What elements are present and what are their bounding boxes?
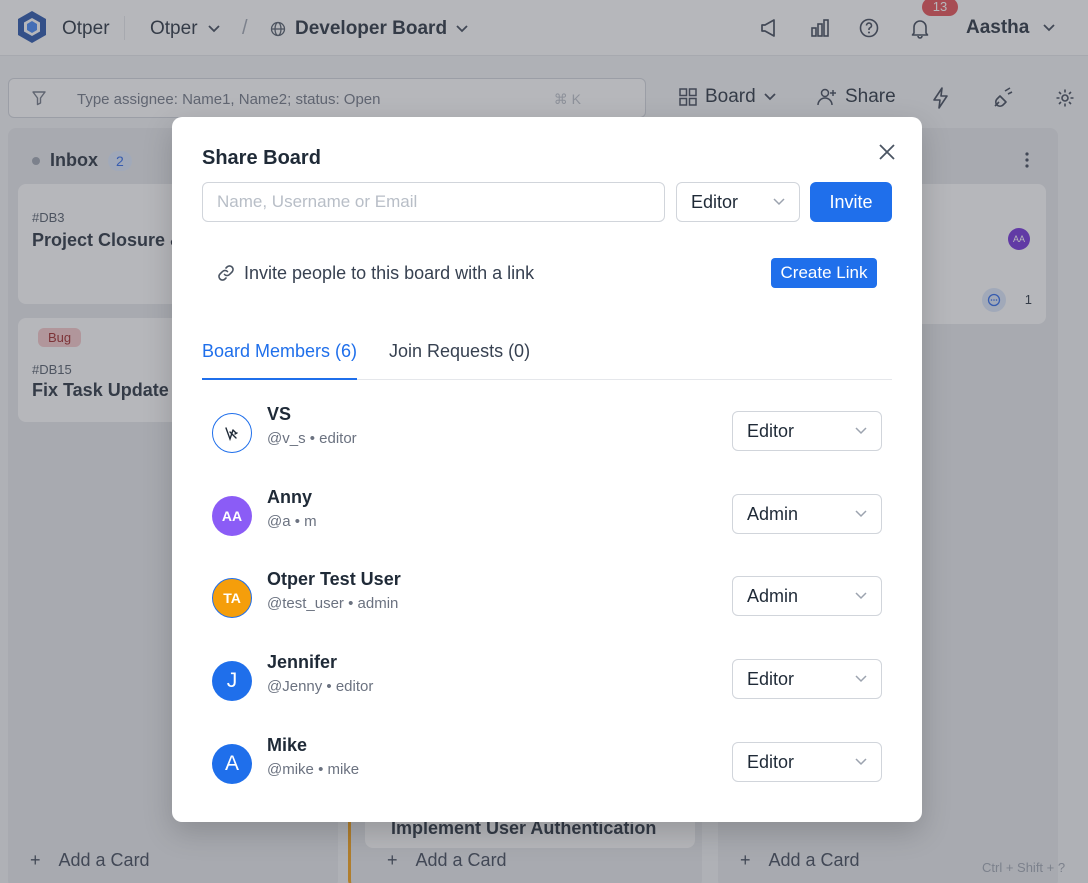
member-role-value: Editor (747, 668, 795, 689)
member-tabs: Board Members (6) Join Requests (0) (202, 341, 892, 380)
avatar-drawing-icon (225, 427, 238, 442)
member-handle: @Jenny • editor (267, 678, 374, 695)
avatar: TA (212, 578, 252, 618)
chevron-down-icon (855, 758, 867, 766)
member-row: J Jennifer @Jenny • editor Editor (212, 652, 882, 701)
member-row: A Mike @mike • mike Editor (212, 735, 882, 784)
member-name: VS (267, 404, 292, 424)
chevron-down-icon (773, 198, 785, 206)
invite-role-select[interactable]: Editor (676, 182, 800, 222)
link-icon (218, 265, 234, 281)
avatar: AA (212, 496, 252, 536)
invite-search-input[interactable] (202, 182, 665, 222)
tab-board-members[interactable]: Board Members (6) (202, 341, 358, 380)
member-row: TA Otper Test User @test_user • admin Ad… (212, 569, 882, 618)
member-role-select[interactable]: Admin (732, 494, 882, 534)
invite-link-description: Invite people to this board with a link (244, 263, 535, 283)
member-role-value: Admin (747, 585, 799, 606)
member-role-select[interactable]: Editor (732, 659, 882, 699)
avatar (212, 413, 252, 453)
member-role-value: Editor (747, 420, 795, 441)
member-role-select[interactable]: Editor (732, 411, 882, 451)
member-name: Otper Test User (267, 569, 401, 589)
modal-title: Share Board (202, 147, 321, 169)
chevron-down-icon (855, 510, 867, 518)
share-board-modal: Share Board Editor Invite Invite people … (172, 117, 922, 822)
member-handle: @v_s • editor (267, 430, 357, 447)
member-name: Anny (267, 487, 312, 507)
tab-join-requests[interactable]: Join Requests (0) (389, 341, 530, 380)
member-role-select[interactable]: Admin (732, 576, 882, 616)
member-handle: @a • m (267, 513, 317, 530)
member-role-value: Editor (747, 751, 795, 772)
member-name: Jennifer (267, 652, 338, 672)
invite-role-value: Editor (691, 191, 739, 212)
chevron-down-icon (855, 427, 867, 435)
member-name: Mike (267, 735, 308, 755)
chevron-down-icon (855, 592, 867, 600)
member-role-select[interactable]: Editor (732, 742, 882, 782)
create-link-button[interactable]: Create Link (771, 258, 877, 288)
member-row: VS @v_s • editor Editor (212, 404, 882, 453)
avatar: A (212, 744, 252, 784)
avatar: J (212, 661, 252, 701)
member-handle: @test_user • admin (267, 595, 399, 612)
member-role-value: Admin (747, 503, 799, 524)
close-icon[interactable] (876, 141, 898, 163)
chevron-down-icon (855, 675, 867, 683)
invite-button[interactable]: Invite (810, 182, 892, 222)
member-handle: @mike • mike (267, 761, 360, 778)
member-row: AA Anny @a • m Admin (212, 487, 882, 536)
